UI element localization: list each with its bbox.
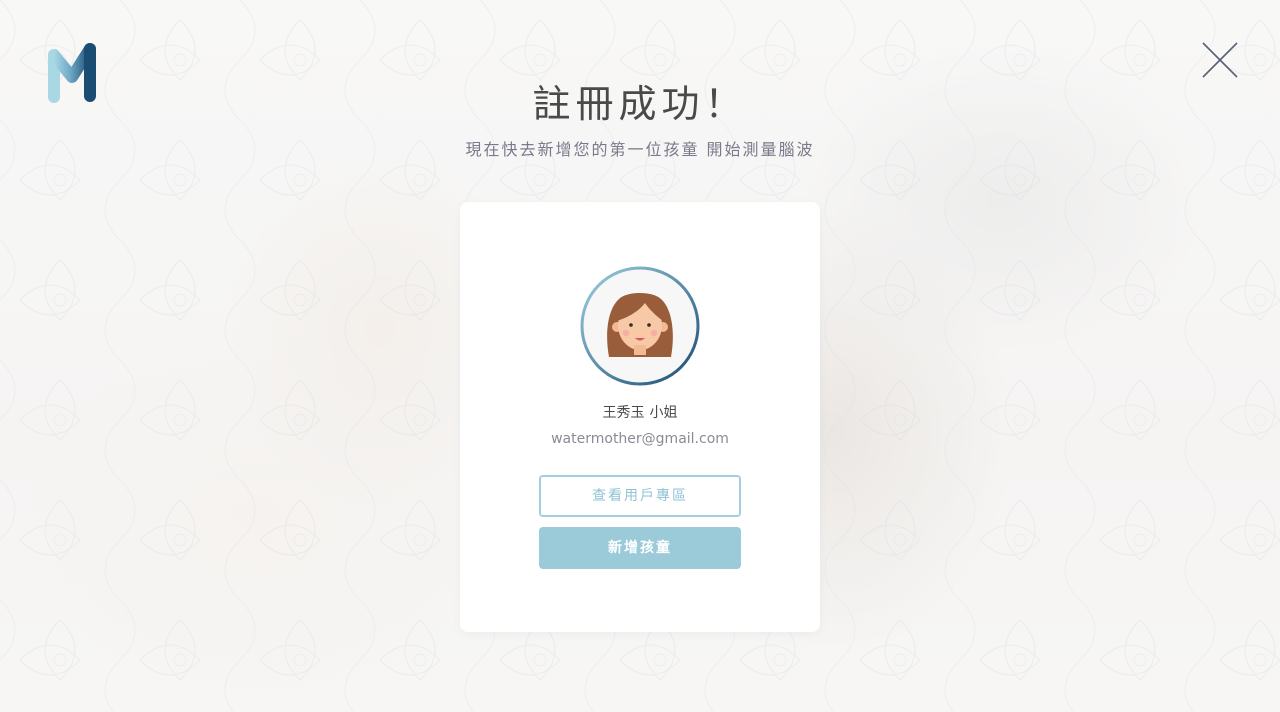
close-button[interactable] bbox=[1200, 40, 1240, 80]
user-name: 王秀玉 小姐 bbox=[460, 402, 820, 424]
close-icon bbox=[1202, 42, 1238, 78]
user-name-text: 王秀玉 bbox=[602, 405, 645, 421]
view-account-button[interactable]: 查看用戶專區 bbox=[539, 475, 741, 517]
page-title: 註冊成功！ bbox=[532, 82, 748, 126]
registration-success-page: 註冊成功！ 現在快去新增您的第一位孩童 開始測量腦波 王秀玉 小姐 waterm… bbox=[0, 0, 1280, 712]
account-card: 王秀玉 小姐 watermother@gmail.com 查看用戶專區 新增孩童 bbox=[460, 202, 820, 632]
user-honorific: 小姐 bbox=[649, 405, 678, 421]
page-subtitle: 現在快去新增您的第一位孩童 開始測量腦波 bbox=[465, 140, 815, 159]
girl-avatar-icon bbox=[579, 265, 701, 387]
add-child-button[interactable]: 新增孩童 bbox=[539, 527, 741, 569]
user-email: watermother@gmail.com bbox=[551, 431, 729, 447]
